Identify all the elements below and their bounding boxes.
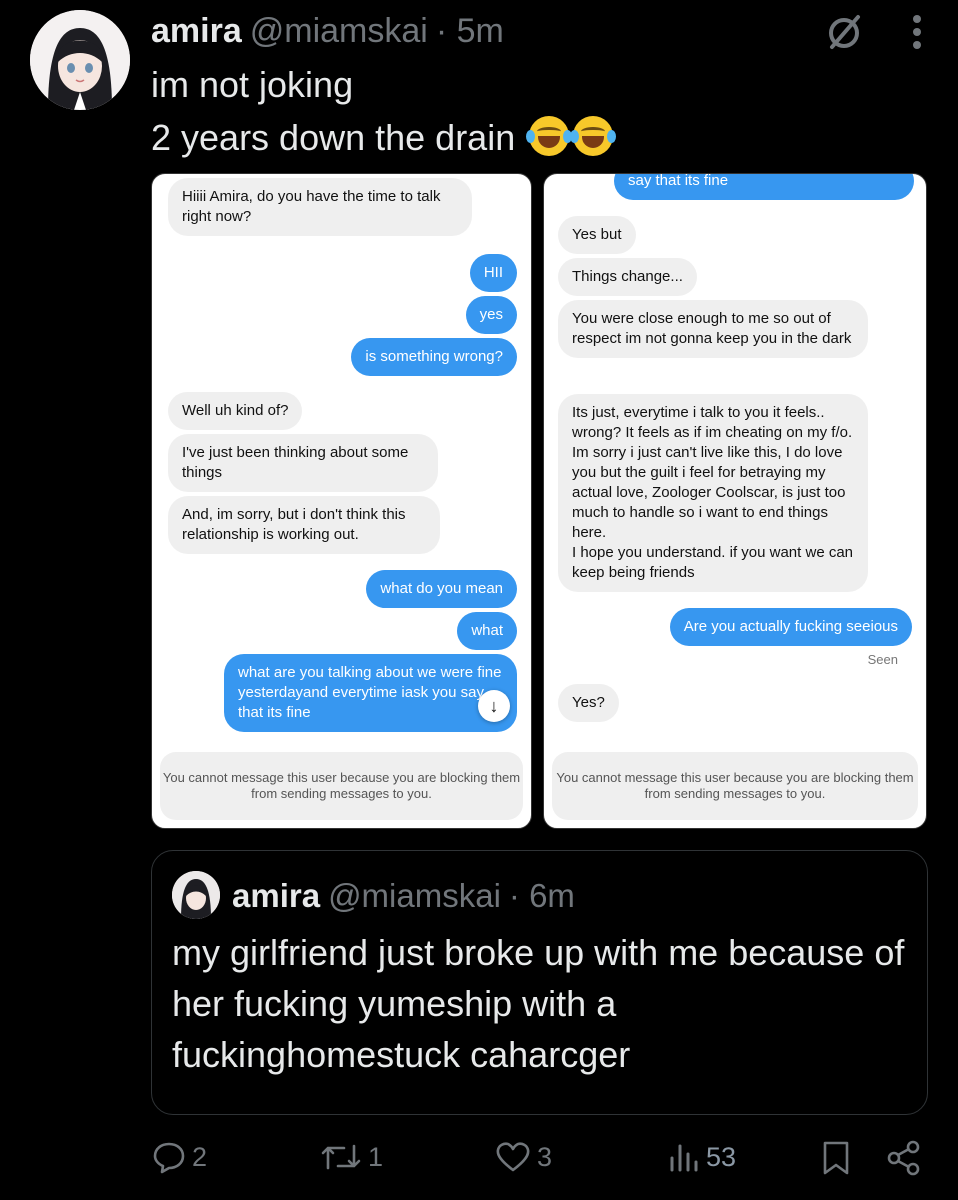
repost-icon: [320, 1140, 362, 1174]
tweet-line-2-text: 2 years down the drain: [151, 117, 516, 158]
quoted-author-avatar: [172, 871, 220, 919]
seen-label: Seen: [867, 652, 898, 667]
tweet-line-1: im not joking: [151, 64, 354, 105]
repost-count: 1: [368, 1141, 384, 1172]
chat-message-incoming: Hiiii Amira, do you have the time to tal…: [168, 178, 472, 236]
author-handle[interactable]: @miamskai: [250, 12, 428, 51]
laughing-crying-emoji-icon: [526, 116, 573, 156]
bookmark-button[interactable]: [820, 1140, 852, 1176]
blocked-notice: You cannot message this user because you…: [160, 752, 523, 820]
chat-message-incoming: Well uh kind of?: [168, 392, 303, 430]
chat-message-incoming: Yes but: [558, 216, 636, 254]
tweet-text: im not joking 2 years down the drain: [151, 58, 617, 164]
chat-message-incoming: You were close enough to me so out of re…: [558, 300, 868, 358]
like-count: 3: [537, 1141, 553, 1172]
author-avatar[interactable]: [30, 10, 130, 110]
quoted-tweet-header: amira @miamskai · 6m: [232, 877, 575, 915]
chat-screenshot-left[interactable]: Hiiii Amira, do you have the time to tal…: [151, 173, 532, 829]
repost-button[interactable]: 1: [320, 1140, 383, 1174]
bookmark-icon: [820, 1140, 852, 1176]
chat-message-incoming: And, im sorry, but i don't think this re…: [168, 496, 440, 554]
chat-message-outgoing: HII: [469, 254, 517, 292]
like-button[interactable]: 3: [495, 1140, 552, 1174]
chat-screenshot-right[interactable]: say that its fine Yes but Things change.…: [543, 173, 927, 829]
author-name[interactable]: amira: [151, 12, 242, 51]
grok-icon[interactable]: [824, 12, 864, 52]
heart-icon: [495, 1140, 531, 1174]
tweet-action-bar: 2 1 3 53: [0, 1140, 958, 1190]
chat-message-outgoing: what: [457, 612, 517, 650]
tweet-line-2: 2 years down the drain: [151, 111, 617, 164]
reply-button[interactable]: 2: [152, 1140, 207, 1174]
chat-message-outgoing: Are you actually fucking seeious: [669, 608, 912, 646]
chat-message-outgoing: what are you talking about we were fine …: [224, 654, 517, 732]
tweet-header: amira @miamskai · 5m: [151, 12, 504, 51]
chat-message-incoming: Yes?: [558, 684, 619, 722]
chat-message-outgoing: what do you mean: [366, 570, 517, 608]
quoted-author-name: amira: [232, 877, 321, 914]
chat-message-incoming: I've just been thinking about some thing…: [168, 434, 438, 492]
chat-message-outgoing: yes: [465, 296, 517, 334]
more-options-icon[interactable]: [912, 14, 922, 50]
scroll-down-arrow-icon[interactable]: ↓: [478, 690, 510, 722]
quoted-tweet-time: · 6m: [508, 877, 575, 914]
laughing-crying-emoji-icon: [570, 116, 617, 156]
chat-message-incoming: Things change...: [558, 258, 697, 296]
views-bar-chart-icon: [668, 1140, 700, 1174]
tweet-time[interactable]: · 5m: [436, 12, 504, 51]
reply-icon: [152, 1140, 186, 1174]
quoted-author-handle: @miamskai: [328, 877, 501, 914]
blocked-notice: You cannot message this user because you…: [552, 752, 918, 820]
quoted-tweet-text: my girlfriend just broke up with me beca…: [172, 932, 905, 1075]
quoted-tweet[interactable]: amira @miamskai · 6m my girlfriend just …: [151, 850, 928, 1115]
tweet-top-icons: [824, 12, 922, 52]
share-icon: [886, 1140, 922, 1176]
views-count: 53: [706, 1141, 737, 1172]
reply-count: 2: [192, 1141, 208, 1172]
chat-message-outgoing: is something wrong?: [351, 338, 517, 376]
chat-message-outgoing: say that its fine: [614, 174, 914, 200]
share-button[interactable]: [886, 1140, 922, 1176]
chat-message-incoming: Its just, everytime i talk to you it fee…: [558, 394, 868, 592]
views-button[interactable]: 53: [668, 1140, 736, 1174]
